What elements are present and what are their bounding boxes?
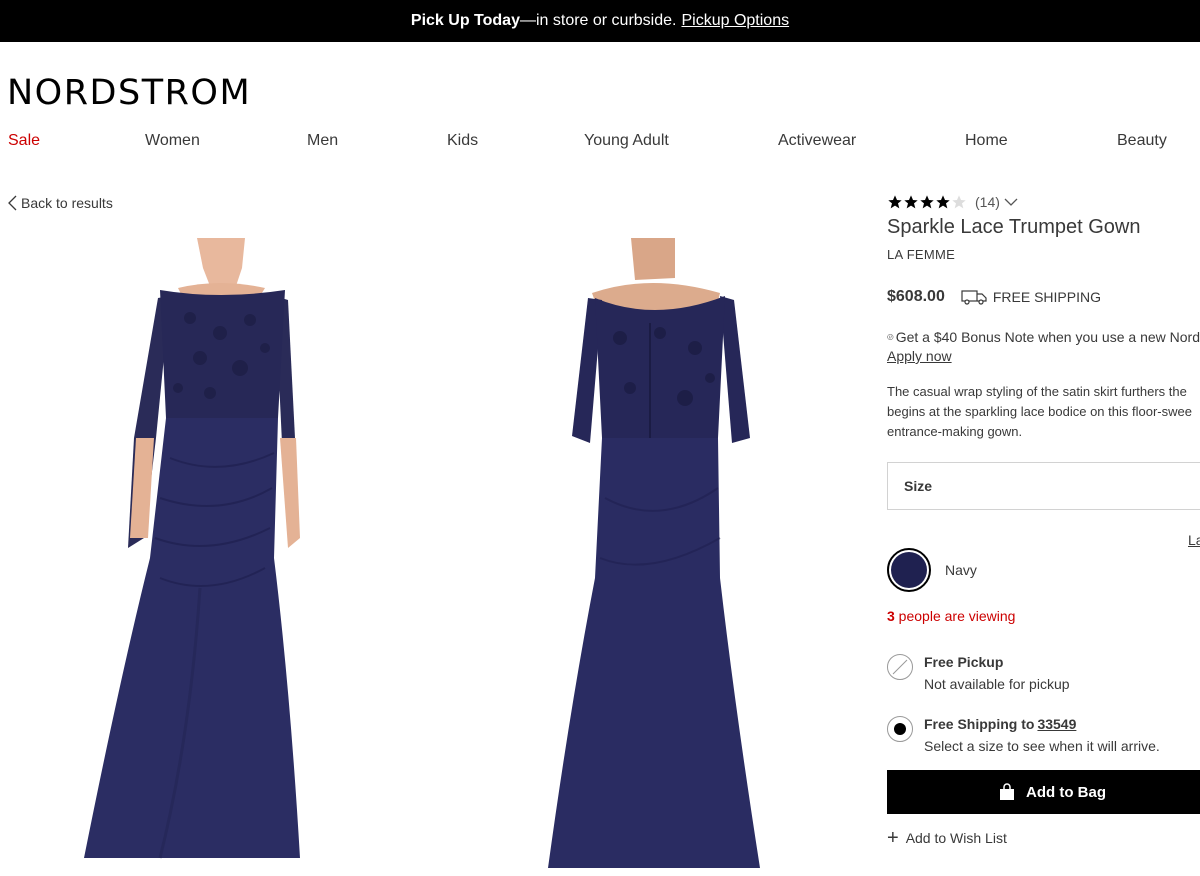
pickup-title: Free Pickup: [924, 654, 1004, 670]
free-shipping-badge: FREE SHIPPING: [961, 289, 1101, 305]
description-line: begins at the sparkling lace bodice on t…: [887, 404, 1192, 419]
free-shipping-label: FREE SHIPPING: [992, 289, 1101, 305]
size-select[interactable]: Size: [887, 462, 1200, 510]
back-label: Back to results: [21, 195, 113, 211]
product-title: Sparkle Lace Trumpet Gown: [887, 216, 1141, 238]
viewing-count-message: 3 people are viewing: [887, 608, 1200, 624]
nav-item-young-adult[interactable]: Young Adult: [584, 132, 669, 150]
promo-bold: Pick Up Today: [410, 12, 520, 29]
product-price: $608.00: [887, 288, 945, 305]
color-swatch-navy[interactable]: [887, 548, 931, 592]
add-to-bag-button[interactable]: Add to Bag: [887, 770, 1200, 814]
bonus-note-promo: Get a $40 Bonus Note when you use a new …: [887, 328, 1200, 346]
shopping-bag-icon: [1000, 783, 1014, 800]
nav-item-beauty[interactable]: Beauty: [1117, 132, 1167, 150]
product-image-front[interactable]: [60, 238, 360, 876]
add-to-wish-list-button[interactable]: + Add to Wish List: [887, 827, 1200, 849]
shipping-option-title: Free Shipping to: [924, 716, 1035, 732]
truck-icon: [961, 290, 987, 305]
free-shipping-option[interactable]: Free Shipping to 33549 Select a size to s…: [887, 716, 1200, 754]
review-count: (14): [975, 194, 1000, 210]
star-icon: [888, 195, 902, 209]
wish-list-label: Add to Wish List: [905, 830, 1007, 846]
pickup-options-link[interactable]: Pickup Options: [681, 12, 789, 30]
rating-stars: [887, 194, 967, 210]
nav-item-kids[interactable]: Kids: [447, 132, 478, 150]
product-description: The casual wrap styling of the satin ski…: [887, 382, 1200, 442]
pickup-radio-disabled[interactable]: [887, 654, 913, 680]
star-icon: [904, 195, 918, 209]
nav-item-women[interactable]: Women: [145, 132, 200, 150]
nav-item-sale[interactable]: Sale: [8, 132, 40, 150]
apply-now-link[interactable]: Apply now: [887, 348, 952, 364]
size-guide-link[interactable]: La: [1188, 532, 1200, 548]
nordstrom-logo[interactable]: NORDSTROM: [7, 73, 251, 113]
chevron-left-icon: [8, 195, 17, 211]
color-name: Navy: [945, 562, 977, 578]
rating-row[interactable]: (14): [887, 190, 1200, 214]
viewing-count: 3: [887, 608, 895, 624]
description-line: The casual wrap styling of the satin ski…: [887, 384, 1187, 399]
shipping-radio[interactable]: [887, 716, 913, 742]
swatch-fill: [891, 552, 927, 588]
shipping-option-subtitle: Select a size to see when it will arrive…: [924, 738, 1160, 754]
bonus-note-text: Get a $40 Bonus Note when you use a new …: [895, 329, 1200, 345]
star-icon: [936, 195, 950, 209]
plus-icon: +: [887, 827, 899, 849]
add-to-bag-label: Add to Bag: [1026, 783, 1106, 801]
promo-text: —in store or curbside.: [519, 12, 677, 29]
back-to-results-link[interactable]: Back to results: [8, 195, 113, 211]
product-image-back[interactable]: [520, 238, 780, 876]
promo-banner: Pick Up Today —in store or curbside. Pic…: [0, 0, 1200, 42]
disabled-slash-icon: [892, 659, 908, 675]
main-nav: Sale Women Men Kids Young Adult Activewe…: [0, 132, 1200, 154]
zip-code-link[interactable]: 33549: [1037, 716, 1076, 732]
star-icon: [920, 195, 934, 209]
nav-item-men[interactable]: Men: [307, 132, 338, 150]
pickup-subtitle: Not available for pickup: [924, 676, 1070, 692]
free-pickup-option[interactable]: Free Pickup Not available for pickup: [887, 654, 1200, 692]
star-empty-icon: [952, 195, 966, 209]
product-details-panel: (14) Sparkle Lace Trumpet Gown LA FEMME …: [887, 190, 1200, 876]
viewing-text: people are viewing: [894, 608, 1016, 624]
nordstrom-card-icon: [887, 333, 894, 341]
chevron-down-icon: [1004, 198, 1018, 206]
product-brand[interactable]: LA FEMME: [887, 247, 1200, 262]
nav-item-activewear[interactable]: Activewear: [778, 132, 856, 150]
description-line: entrance-making gown.: [887, 424, 1023, 439]
nav-item-home[interactable]: Home: [965, 132, 1008, 150]
